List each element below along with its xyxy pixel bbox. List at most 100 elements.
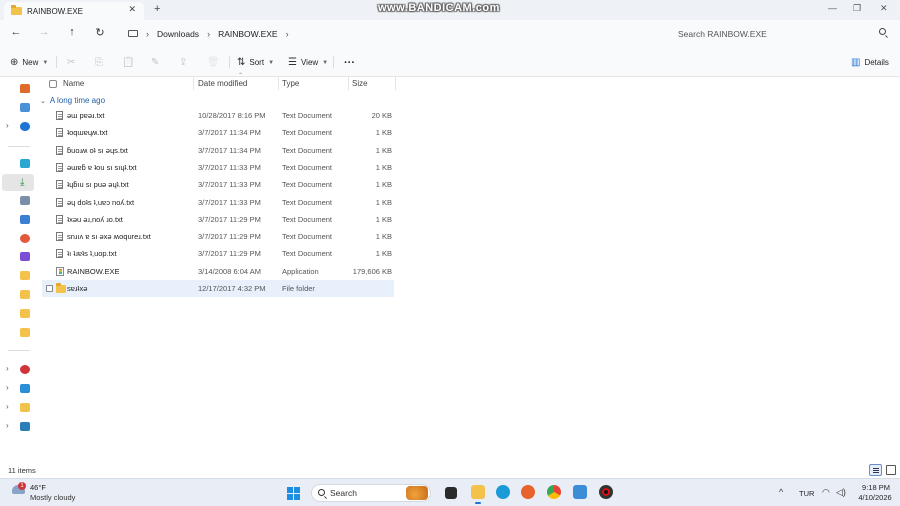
up-button[interactable]: ↑ xyxy=(64,26,80,38)
column-divider[interactable] xyxy=(348,77,349,90)
documents-icon[interactable] xyxy=(20,196,30,205)
file-row[interactable]: ǝɯ pɐǝɹ.txt 10/28/2017 8:16 PM Text Docume… xyxy=(42,107,394,124)
onedrive-icon[interactable] xyxy=(20,122,30,131)
chrome-icon[interactable] xyxy=(547,485,561,499)
tab-rainbow-exe[interactable]: RAINBOW.EXE ✕ xyxy=(4,2,144,20)
breadcrumb[interactable]: › Downloads › RAINBOW.EXE › xyxy=(122,24,662,43)
delete-button[interactable]: 🗑 xyxy=(207,57,224,68)
weather-temperature[interactable]: 46°F xyxy=(30,483,46,492)
more-options-button[interactable]: ··· xyxy=(344,57,355,69)
refresh-button[interactable]: ↻ xyxy=(92,26,108,39)
folder-icon[interactable] xyxy=(20,290,30,299)
maximize-button[interactable]: ❐ xyxy=(853,3,861,14)
group-header[interactable]: ⌄ A long time ago xyxy=(40,96,105,105)
paste-icon: 📋 xyxy=(122,57,135,68)
videos-icon[interactable] xyxy=(20,252,30,261)
forward-button[interactable]: → xyxy=(36,26,52,38)
expand-chevron-icon[interactable]: › xyxy=(6,383,9,392)
new-button[interactable]: ⊕ New ▼ xyxy=(10,57,48,68)
cut-button[interactable]: ✂ xyxy=(67,57,79,68)
pictures-icon[interactable] xyxy=(20,215,30,224)
folder-icon[interactable] xyxy=(20,403,30,412)
file-row[interactable]: ǝɥ doʇs ʇ,uɐɔ noʎ.txt 3/7/2017 11:33 PM Te… xyxy=(42,194,394,211)
file-row[interactable]: sɐɹʇxǝ 12/17/2017 4:32 PM File folder xyxy=(42,280,394,297)
taskbar-search[interactable]: Search xyxy=(311,484,431,502)
edge-icon[interactable] xyxy=(496,485,510,499)
view-button[interactable]: ☰ View ▼ xyxy=(288,57,328,68)
breadcrumb-downloads[interactable]: Downloads xyxy=(157,29,199,39)
home-icon[interactable] xyxy=(20,84,30,93)
folder-icon[interactable] xyxy=(20,309,30,318)
text-file-icon xyxy=(56,249,63,259)
file-row[interactable]: ʇı ʇɹɐʇs ʇ,uop.txt 3/7/2017 11:29 PM Text … xyxy=(42,245,394,262)
file-size: 1 KB xyxy=(375,145,392,155)
breadcrumb-rainbow-exe[interactable]: RAINBOW.EXE xyxy=(218,29,278,39)
clock-time[interactable]: 9:18 PM xyxy=(858,483,894,492)
share-icon: ⇪ xyxy=(179,57,188,68)
file-row[interactable]: ʇoqɯɐɥʍ.txt 3/7/2017 11:34 PM Text Documen… xyxy=(42,124,394,141)
tiles-view-button[interactable] xyxy=(886,465,896,475)
column-divider[interactable] xyxy=(278,77,279,90)
bandicam-icon[interactable] xyxy=(599,485,613,499)
folder-icon[interactable] xyxy=(20,271,30,280)
file-size: 1 KB xyxy=(375,128,392,138)
expand-chevron-icon[interactable]: › xyxy=(6,421,9,430)
file-row[interactable]: ǝɯɐƃ ɐ ʇou sı sıɥʇ.txt 3/7/2017 11:33 PM T… xyxy=(42,159,394,176)
details-button[interactable]: ▥ Details xyxy=(851,57,889,68)
clock-date[interactable]: 4/10/2026 xyxy=(856,493,894,502)
folder-icon[interactable] xyxy=(20,328,30,337)
title-bar: RAINBOW.EXE ✕ + www.BANDICAM.com — ❐ ✕ xyxy=(0,0,900,20)
tab-close-icon[interactable]: ✕ xyxy=(128,4,136,15)
column-divider[interactable] xyxy=(193,77,194,90)
divider xyxy=(333,56,334,68)
column-divider[interactable] xyxy=(395,77,396,90)
sort-button[interactable]: ⇅ Sort ▼ xyxy=(237,57,274,68)
column-header-name[interactable]: Name xyxy=(63,77,84,90)
file-explorer-icon[interactable] xyxy=(471,485,485,504)
show-hidden-icons-button[interactable]: ^ xyxy=(779,487,783,497)
gallery-icon[interactable] xyxy=(20,103,30,112)
column-header-type[interactable]: Type xyxy=(282,77,299,90)
paste-button[interactable]: 📋 xyxy=(122,57,138,68)
file-date-modified: 3/7/2017 11:33 PM xyxy=(198,162,261,172)
downloads-icon[interactable]: ⤓ xyxy=(20,178,30,188)
minimize-button[interactable]: — xyxy=(828,3,837,13)
column-header-size[interactable]: Size xyxy=(352,77,368,90)
network-icon[interactable] xyxy=(20,422,30,431)
copy-button[interactable]: ⎘ xyxy=(95,57,107,68)
volume-icon[interactable]: ◁) xyxy=(836,487,846,498)
this-pc-icon[interactable] xyxy=(20,384,30,393)
application-icon xyxy=(56,266,64,276)
this-pc-icon[interactable] xyxy=(128,30,138,37)
task-view-icon[interactable] xyxy=(445,487,457,499)
file-row[interactable]: RAINBOW.EXE 3/14/2008 6:04 AM Application 1… xyxy=(42,263,394,280)
expand-chevron-icon[interactable]: › xyxy=(6,402,9,411)
file-row[interactable]: snɹıʌ ɐ sı ǝxǝ ʍoqureɹ.txt 3/7/2017 11:29… xyxy=(42,228,394,245)
firefox-icon[interactable] xyxy=(521,485,535,499)
music-icon[interactable] xyxy=(20,234,30,243)
expand-chevron-icon[interactable]: › xyxy=(6,364,9,373)
close-button[interactable]: ✕ xyxy=(880,3,888,14)
file-row[interactable]: ʇɥƃıu sı puǝ ǝɥʇ.txt 3/7/2017 11:33 PM Tex… xyxy=(42,176,394,193)
divider xyxy=(8,350,30,351)
share-button[interactable]: ⇪ xyxy=(179,57,191,68)
new-tab-button[interactable]: + xyxy=(154,3,160,15)
column-header-date[interactable]: Date modified xyxy=(198,77,247,90)
desktop-icon[interactable] xyxy=(20,159,30,168)
expand-chevron-icon[interactable]: › xyxy=(6,121,9,130)
wifi-icon[interactable]: ◠ xyxy=(822,487,830,498)
file-row[interactable]: ƃuoɹʍ oʇ sı ǝɥs.txt 3/7/2017 11:34 PM Text… xyxy=(42,142,394,159)
start-button[interactable] xyxy=(287,487,300,500)
language-indicator[interactable]: TUR xyxy=(799,489,814,498)
rename-button[interactable]: ✎ xyxy=(151,57,163,68)
app-icon[interactable] xyxy=(573,485,587,499)
back-button[interactable]: ← xyxy=(8,26,24,38)
weather-description[interactable]: Mostly cloudy xyxy=(30,493,75,502)
file-row[interactable]: ʇxǝu ǝɹ,noʎ ɹo.txt 3/7/2017 11:29 PM Text … xyxy=(42,211,394,228)
row-checkbox[interactable] xyxy=(46,285,53,292)
drive-icon[interactable] xyxy=(20,365,30,374)
select-all-checkbox[interactable] xyxy=(49,80,57,88)
chevron-right-icon[interactable]: › xyxy=(286,29,289,39)
search-input[interactable]: Search RAINBOW.EXE xyxy=(670,24,892,43)
details-view-button[interactable] xyxy=(869,464,882,476)
